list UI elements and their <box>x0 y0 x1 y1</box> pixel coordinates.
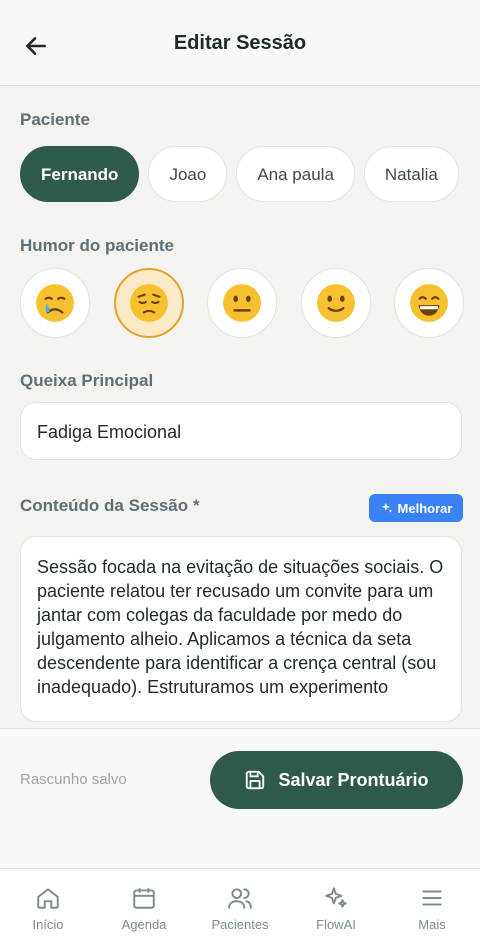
bottom-nav: Início Agenda Pacientes FlowAI Mais <box>0 868 480 943</box>
session-content-label: Conteúdo da Sessão * <box>20 496 200 515</box>
top-bar: Editar Sessão <box>0 0 480 86</box>
crying-face-icon <box>36 284 74 322</box>
sparkles-icon <box>325 887 347 908</box>
save-record-button[interactable]: Salvar Prontuário <box>210 751 463 809</box>
home-icon <box>37 888 59 909</box>
calendar-icon <box>133 888 155 909</box>
mood-option-pensive[interactable] <box>113 268 184 338</box>
slight-smile-face-icon <box>316 284 355 322</box>
nav-item-inicio[interactable]: Início <box>0 869 96 943</box>
mood-option-grinning[interactable] <box>394 268 464 338</box>
mood-option-slight-smile[interactable] <box>300 268 371 338</box>
patient-chip-joao[interactable]: Joao <box>148 146 228 202</box>
complaint-input[interactable]: Fadiga Emocional <box>20 402 462 460</box>
nav-item-pacientes[interactable]: Pacientes <box>192 869 288 943</box>
mood-label: Humor do paciente <box>20 236 174 255</box>
complaint-label: Queixa Principal <box>20 371 154 390</box>
session-content-textarea[interactable]: Sessão focada na evitação de situações s… <box>20 536 462 722</box>
sparkles-icon <box>381 502 392 513</box>
patient-chip-ana-paula[interactable]: Ana paula <box>236 146 355 202</box>
patient-label: Paciente <box>20 110 90 129</box>
improve-button-label: Melhorar <box>397 500 453 516</box>
mood-selector <box>20 268 464 338</box>
mood-option-crying[interactable] <box>20 268 90 338</box>
save-record-label: Salvar Prontuário <box>278 769 429 790</box>
page-title: Editar Sessão <box>173 32 307 54</box>
neutral-face-icon <box>223 284 261 322</box>
grinning-face-icon <box>410 284 448 322</box>
nav-label-inicio: Início <box>32 917 64 932</box>
patient-chip-natalia[interactable]: Natalia <box>363 146 459 202</box>
nav-label-mais: Mais <box>418 917 446 932</box>
nav-item-flowai[interactable]: FlowAI <box>288 869 384 943</box>
patient-chip-fernando[interactable]: Fernando <box>20 146 140 202</box>
save-icon <box>246 770 265 790</box>
footer-action-bar: Rascunho salvo Salvar Prontuário <box>0 728 480 868</box>
improve-button[interactable]: Melhorar <box>369 494 463 522</box>
pensive-face-icon <box>129 284 168 322</box>
nav-label-flowai: FlowAI <box>316 917 356 932</box>
nav-item-agenda[interactable]: Agenda <box>96 869 192 943</box>
draft-status: Rascunho salvo <box>20 771 127 788</box>
patient-chip-row: Fernando Joao Ana paula Natalia <box>20 146 480 202</box>
nav-item-mais[interactable]: Mais <box>384 869 480 943</box>
nav-label-agenda: Agenda <box>121 917 167 932</box>
nav-label-pacientes: Pacientes <box>211 917 269 932</box>
mood-option-neutral[interactable] <box>207 268 277 338</box>
users-icon <box>228 888 252 909</box>
menu-icon <box>422 890 442 906</box>
